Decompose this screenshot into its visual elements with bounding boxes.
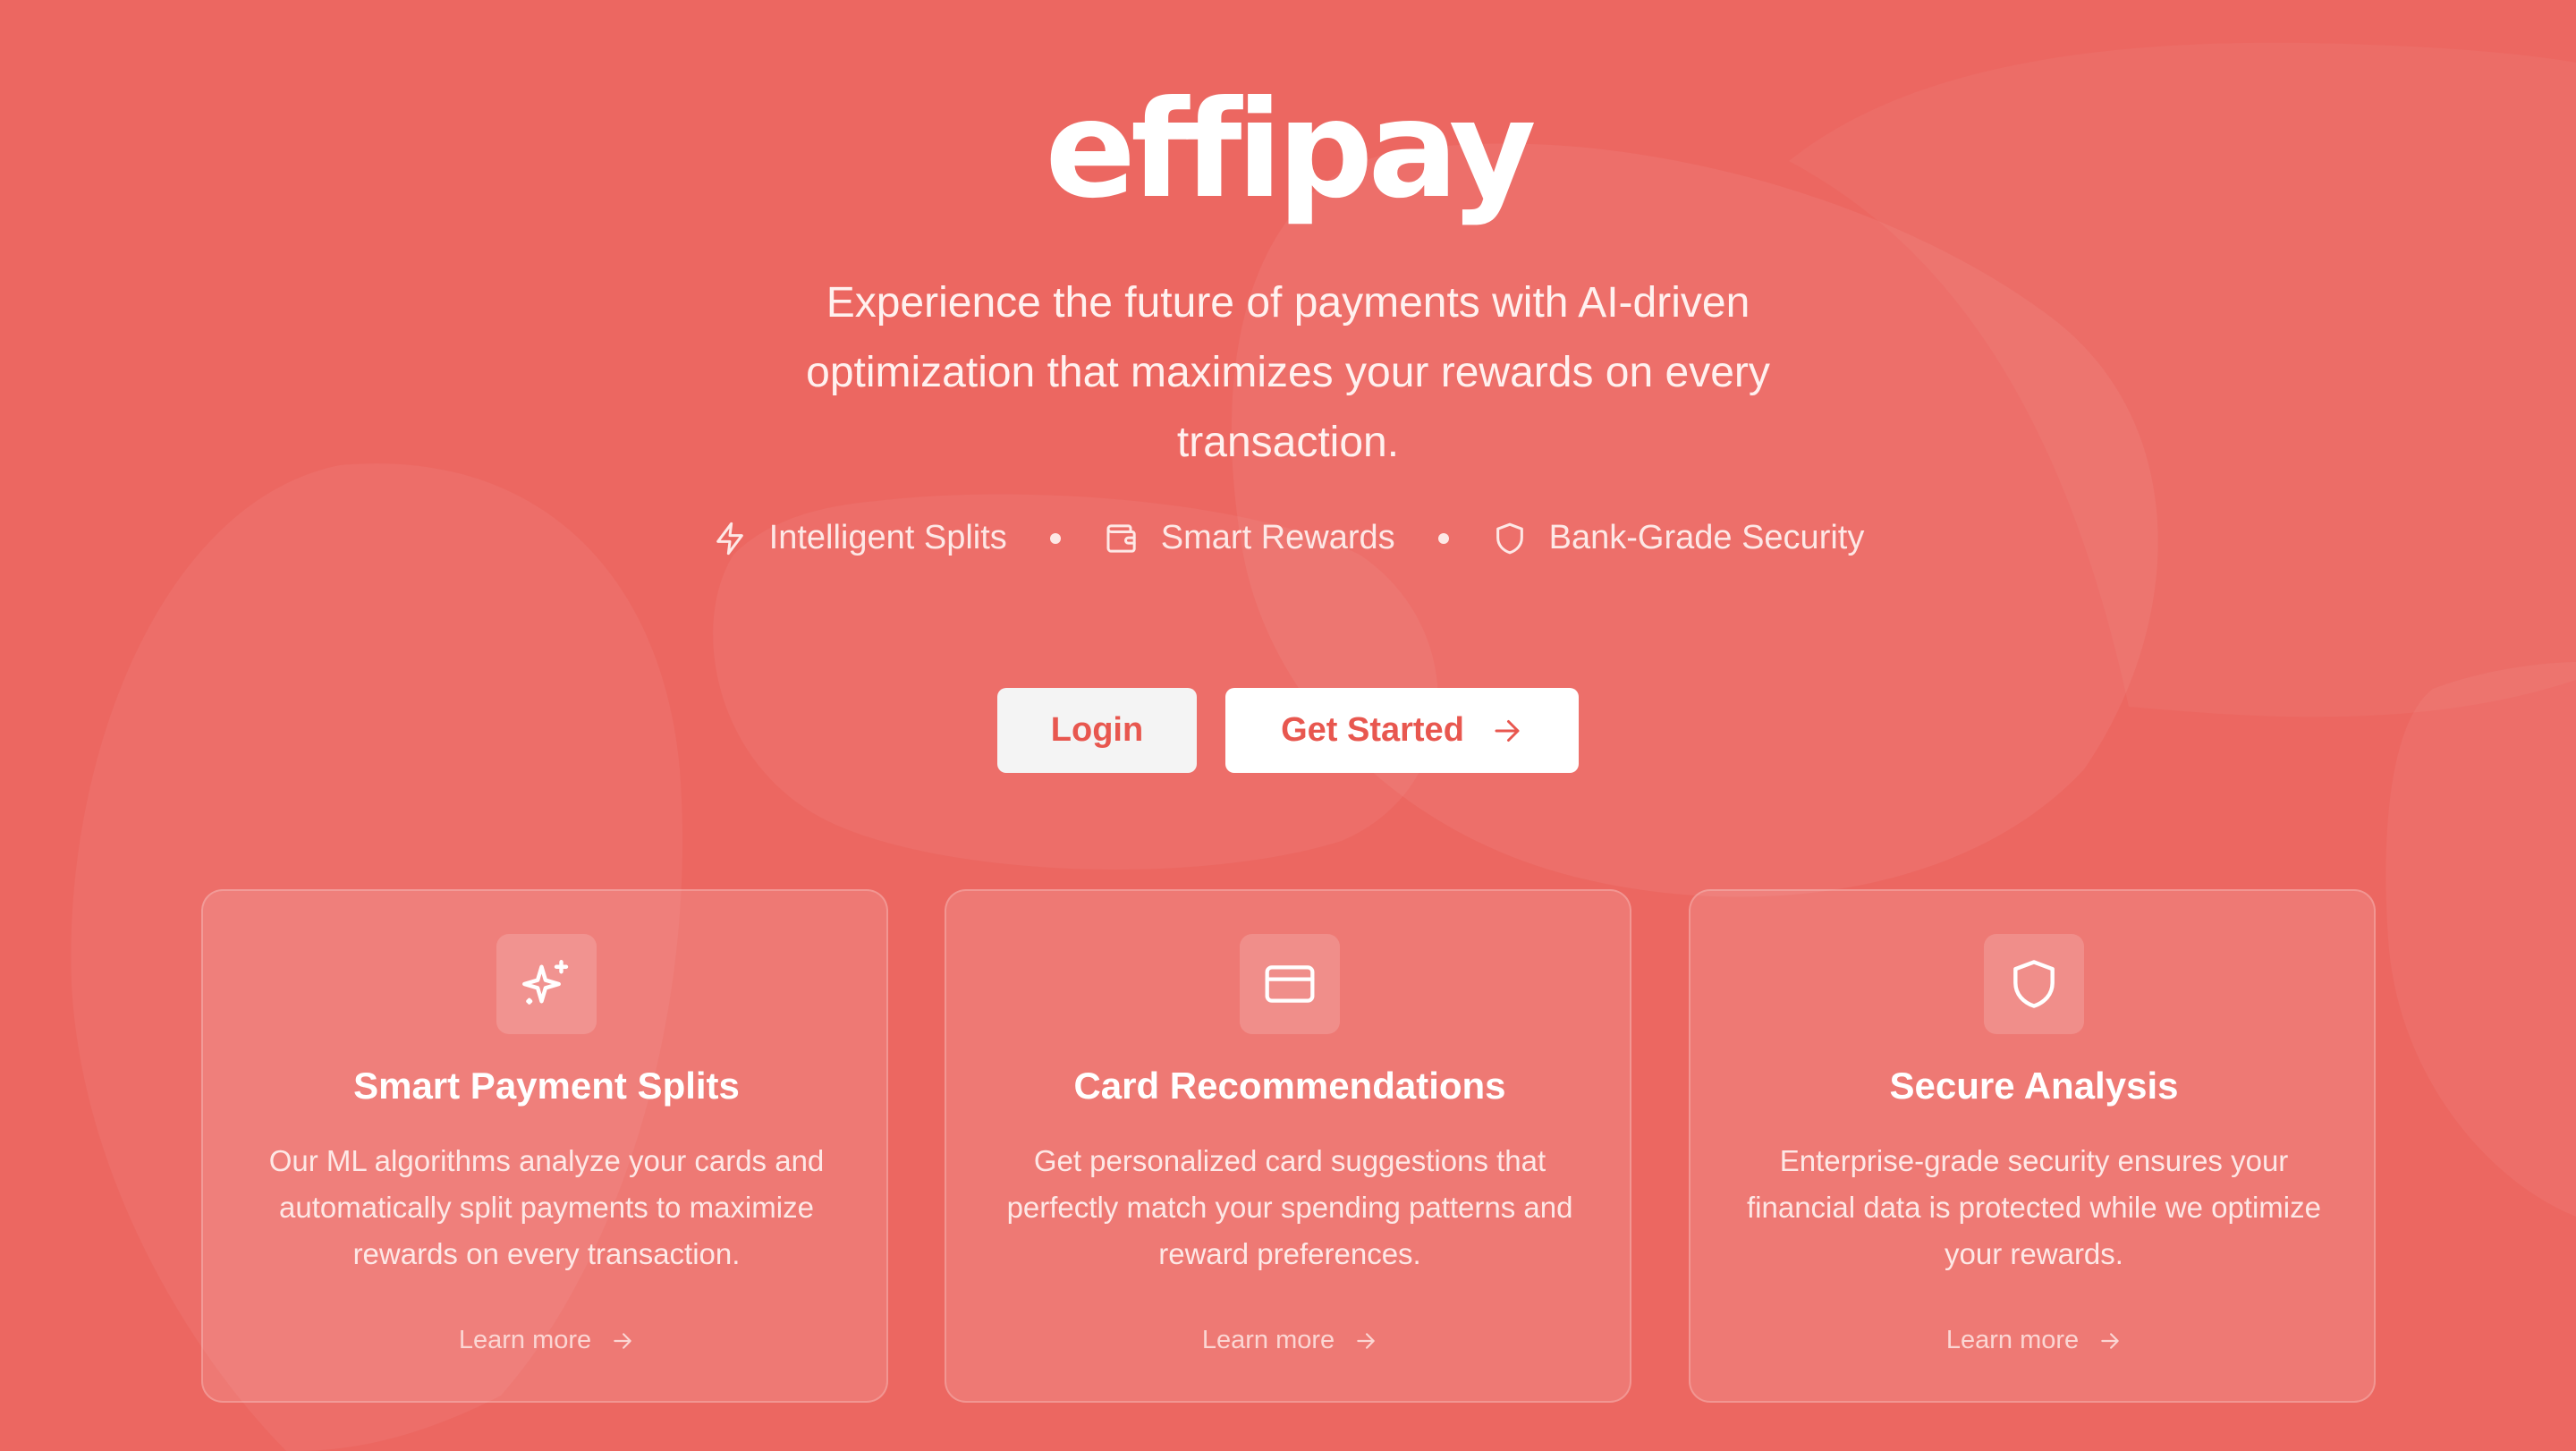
feature-label: Smart Rewards	[1160, 519, 1395, 556]
wallet-icon	[1106, 523, 1136, 553]
feature-smart-rewards: Smart Rewards	[1104, 519, 1395, 557]
lightning-icon	[716, 522, 743, 555]
card-title: Card Recommendations	[1073, 1065, 1506, 1107]
learn-more-label: Learn more	[1201, 1326, 1335, 1354]
feature-label: Intelligent Splits	[768, 519, 1007, 556]
feature-card-smart-payment-splits: Smart Payment Splits Our ML algorithms a…	[201, 889, 888, 1403]
learn-more-link[interactable]: Learn more	[946, 1326, 1633, 1355]
card-title: Secure Analysis	[1889, 1065, 2179, 1107]
card-title: Smart Payment Splits	[353, 1065, 740, 1107]
card-icon-container	[1984, 934, 2084, 1034]
get-started-button-label: Get Started	[1281, 711, 1464, 749]
learn-more-link[interactable]: Learn more	[1690, 1326, 2377, 1355]
login-button-label: Login	[1050, 711, 1144, 749]
shield-icon	[2013, 960, 2055, 1008]
login-button[interactable]: Login	[997, 688, 1197, 773]
arrow-right-icon	[1357, 1332, 1375, 1349]
feature-card-secure-analysis: Secure Analysis Enterprise-grade securit…	[1689, 889, 2376, 1403]
credit-card-icon	[1265, 965, 1315, 1003]
learn-more-label: Learn more	[458, 1326, 592, 1354]
card-description: Get personalized card suggestions that p…	[1006, 1144, 1573, 1270]
feature-card-card-recommendations: Card Recommendations Get personalized ca…	[945, 889, 1631, 1403]
card-description: Enterprise-grade security ensures your f…	[1746, 1144, 2321, 1270]
arrow-right-icon	[1495, 719, 1520, 742]
arrow-right-icon	[614, 1332, 631, 1349]
feature-highlights: Intelligent Splits Smart Rewards Bank-Gr…	[0, 519, 2576, 557]
feature-bank-grade-security: Bank-Grade Security	[1492, 519, 1865, 557]
shield-icon	[1496, 522, 1523, 554]
card-description: Our ML algorithms analyze your cards and…	[268, 1144, 825, 1270]
separator-dot	[1049, 532, 1061, 544]
get-started-button[interactable]: Get Started	[1225, 688, 1579, 773]
brand-logo: effipay	[1045, 72, 1536, 228]
separator-dot	[1437, 532, 1449, 544]
feature-intelligent-splits: Intelligent Splits	[712, 519, 1007, 557]
feature-label: Bank-Grade Security	[1548, 519, 1865, 556]
hero-tagline: Experience the future of payments with A…	[806, 279, 1770, 466]
learn-more-label: Learn more	[1945, 1326, 2080, 1354]
learn-more-link[interactable]: Learn more	[203, 1326, 890, 1355]
card-icon-container	[1240, 934, 1340, 1034]
card-icon-container	[496, 934, 597, 1034]
sparkles-icon	[522, 960, 569, 1005]
arrow-right-icon	[2101, 1332, 2119, 1349]
